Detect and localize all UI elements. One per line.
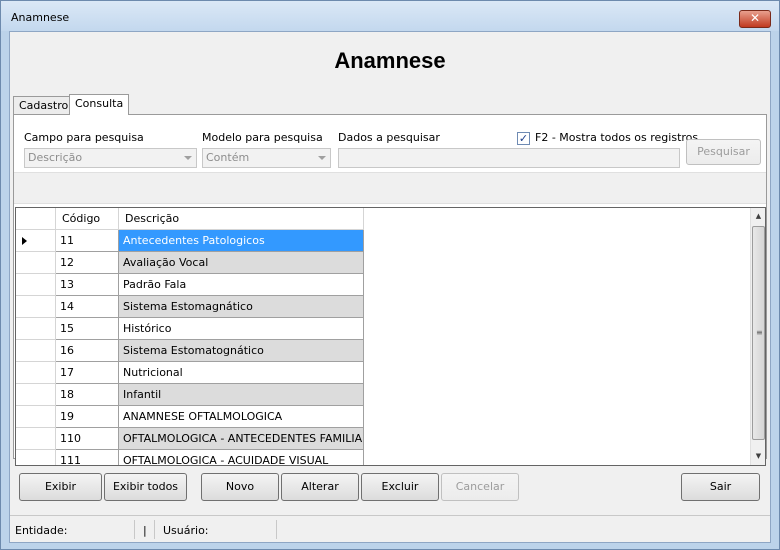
modelo-select[interactable]: Contém (202, 148, 331, 168)
status-divider (134, 520, 135, 539)
cell-codigo[interactable]: 18 (56, 384, 119, 406)
row-header[interactable] (16, 340, 56, 362)
separator-strip (14, 172, 766, 204)
cell-codigo[interactable]: 11 (56, 230, 119, 252)
entidade-label: Entidade: (15, 524, 68, 537)
row-header[interactable] (16, 428, 56, 450)
cell-descricao[interactable]: Sistema Estomagnático (119, 296, 364, 318)
alterar-button[interactable]: Alterar (281, 473, 359, 501)
cell-codigo[interactable]: 14 (56, 296, 119, 318)
row-header[interactable] (16, 318, 56, 340)
f2-checkbox[interactable]: ✓ (517, 132, 530, 145)
row-header[interactable] (16, 384, 56, 406)
campo-value: Descrição (28, 151, 83, 164)
grip-icon: ≡ (756, 328, 763, 337)
cell-codigo[interactable]: 17 (56, 362, 119, 384)
modelo-value: Contém (206, 151, 250, 164)
f2-label: F2 - Mostra todos os registros (535, 131, 699, 144)
cell-codigo[interactable]: 16 (56, 340, 119, 362)
row-header[interactable] (16, 230, 56, 252)
campo-select[interactable]: Descrição (24, 148, 197, 168)
arrow-down-icon: ▼ (755, 452, 762, 460)
status-divider (154, 520, 155, 539)
check-icon: ✓ (518, 132, 529, 145)
novo-button[interactable]: Novo (201, 473, 279, 501)
tab-label: Cadastro (19, 99, 69, 112)
row-header[interactable] (16, 274, 56, 296)
consulta-panel: Campo para pesquisa Descrição Modelo par… (13, 114, 767, 466)
cell-descricao[interactable]: Infantil (119, 384, 364, 406)
sair-button[interactable]: Sair (681, 473, 760, 501)
column-header-codigo[interactable]: Código (56, 208, 119, 230)
cell-descricao[interactable]: Histórico (119, 318, 364, 340)
cell-descricao[interactable]: Nutricional (119, 362, 364, 384)
cell-descricao[interactable]: OFTALMOLOGICA - ACUIDADE VISUAL (119, 450, 364, 465)
title-bar: Anamnese ✕ (1, 1, 779, 31)
cell-codigo[interactable]: 13 (56, 274, 119, 296)
cell-descricao[interactable]: OFTALMOLOGICA - ANTECEDENTES FAMILIARES (119, 428, 364, 450)
row-header[interactable] (16, 296, 56, 318)
close-button[interactable]: ✕ (739, 10, 771, 28)
usuario-label: Usuário: (163, 524, 209, 537)
pesquisar-button[interactable]: Pesquisar (686, 139, 761, 165)
button-label: Sair (709, 480, 732, 493)
modelo-label: Modelo para pesquisa (202, 131, 323, 144)
button-label: Exibir (44, 480, 77, 493)
button-label: Novo (225, 480, 255, 493)
scroll-thumb[interactable]: ≡ (752, 226, 765, 440)
cell-descricao[interactable]: Avaliação Vocal (119, 252, 364, 274)
cell-descricao[interactable]: Antecedentes Patologicos (119, 230, 364, 252)
arrow-up-icon: ▲ (755, 212, 762, 220)
chevron-down-icon (184, 156, 192, 160)
cell-descricao[interactable]: ANAMNESE OFTALMOLOGICA (119, 406, 364, 428)
tab-label: Consulta (75, 97, 124, 110)
button-label: Exibir todos (112, 480, 179, 493)
row-header[interactable] (16, 362, 56, 384)
row-header[interactable] (16, 450, 56, 465)
row-header[interactable] (16, 252, 56, 274)
app-window: Anamnese ✕ Anamnese Cadastro Consulta Ca… (0, 0, 780, 550)
tab-consulta[interactable]: Consulta (69, 94, 130, 115)
button-label: Cancelar (455, 480, 505, 493)
chevron-down-icon (318, 156, 326, 160)
window-title: Anamnese (11, 11, 70, 24)
cell-codigo[interactable]: 110 (56, 428, 119, 450)
dados-input[interactable] (338, 148, 680, 168)
form-client-area: Anamnese Cadastro Consulta Campo para pe… (9, 31, 771, 543)
button-label: Alterar (301, 480, 339, 493)
row-header-corner (16, 208, 56, 230)
campo-label: Campo para pesquisa (24, 131, 144, 144)
cancelar-button[interactable]: Cancelar (441, 473, 519, 501)
dados-label: Dados a pesquisar (338, 131, 440, 144)
exibir-todos-button[interactable]: Exibir todos (104, 473, 187, 501)
page-title: Anamnese (334, 48, 446, 73)
scroll-up-button[interactable]: ▲ (751, 208, 765, 224)
cell-codigo[interactable]: 15 (56, 318, 119, 340)
close-icon: ✕ (749, 11, 761, 25)
button-label: Excluir (381, 480, 419, 493)
status-separator: | (143, 524, 147, 537)
exibir-button[interactable]: Exibir (19, 473, 102, 501)
excluir-button[interactable]: Excluir (361, 473, 439, 501)
row-header[interactable] (16, 406, 56, 428)
pesquisar-label: Pesquisar (697, 145, 750, 158)
cell-codigo[interactable]: 12 (56, 252, 119, 274)
status-divider (276, 520, 277, 539)
cell-codigo[interactable]: 111 (56, 450, 119, 465)
cell-descricao[interactable]: Sistema Estomatognático (119, 340, 364, 362)
cell-descricao[interactable]: Padrão Fala (119, 274, 364, 296)
tab-cadastro[interactable]: Cadastro (13, 96, 75, 114)
scroll-down-button[interactable]: ▼ (751, 448, 765, 464)
current-row-pointer-icon (22, 237, 27, 245)
results-grid[interactable]: Código Descrição 11 Antecedentes Patologi… (15, 207, 766, 466)
vertical-scrollbar[interactable]: ▲ ≡ ▼ (750, 208, 765, 465)
cell-codigo[interactable]: 19 (56, 406, 119, 428)
column-header-descricao[interactable]: Descrição (119, 208, 364, 230)
status-bar: Entidade: | Usuário: (10, 515, 770, 542)
